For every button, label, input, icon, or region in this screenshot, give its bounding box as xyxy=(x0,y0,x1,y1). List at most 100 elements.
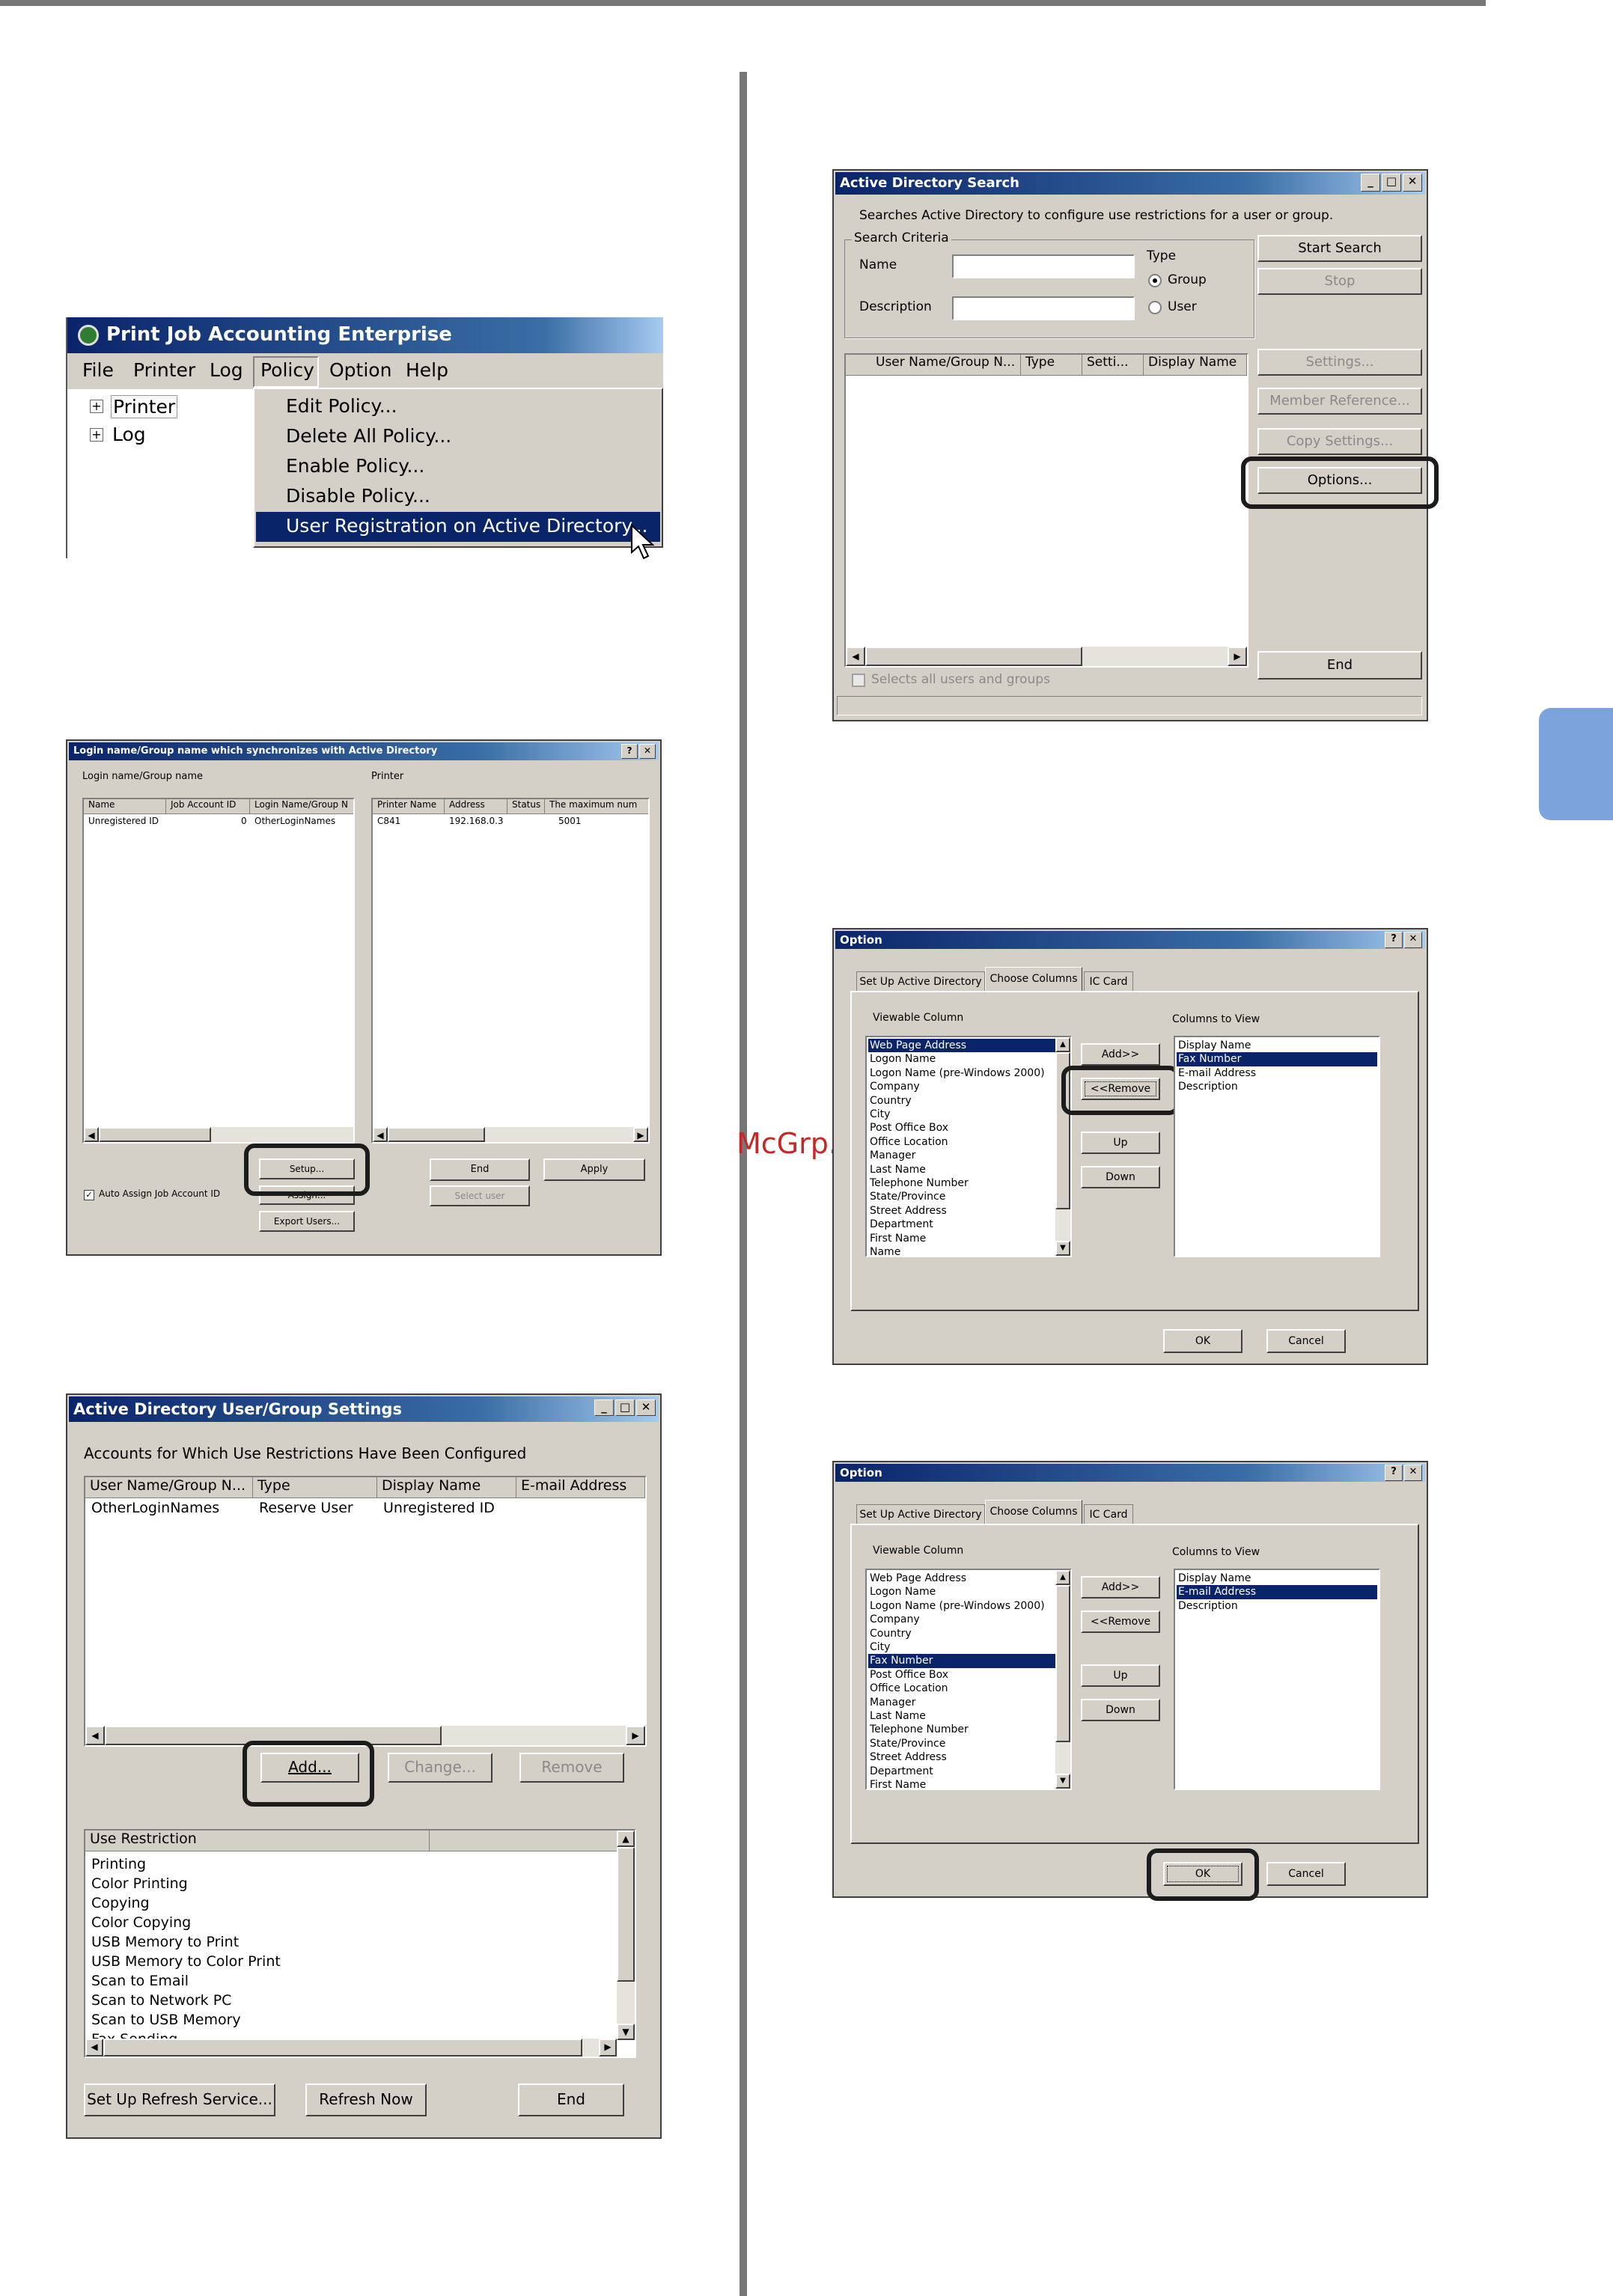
col-type[interactable]: Type xyxy=(1021,355,1082,376)
list-item[interactable]: Display Name xyxy=(1177,1039,1377,1052)
cell-job-id[interactable]: 0 xyxy=(241,816,247,826)
maximize-icon[interactable]: □ xyxy=(615,1399,635,1416)
scroll-left-icon[interactable]: ◀ xyxy=(846,647,865,666)
maximize-icon[interactable]: □ xyxy=(1382,174,1401,192)
list-item[interactable]: Telephone Number xyxy=(868,1723,1055,1736)
list-item[interactable]: Scan to USB Memory xyxy=(91,2010,281,2030)
minimize-icon[interactable]: _ xyxy=(594,1399,614,1416)
list-item[interactable]: Copying xyxy=(91,1893,281,1913)
list-item[interactable]: Post Office Box xyxy=(868,1121,1055,1135)
col-job-account-id[interactable]: Job Account ID xyxy=(166,799,250,814)
list-item[interactable]: Last Name xyxy=(868,1163,1055,1176)
scroll-thumb[interactable] xyxy=(1055,1585,1070,1742)
select-all-checkbox[interactable] xyxy=(852,674,865,687)
close-icon[interactable]: ✕ xyxy=(639,744,656,759)
stop-button[interactable]: Stop xyxy=(1257,268,1422,295)
tab-set-up-active-directory[interactable]: Set Up Active Directory xyxy=(856,1504,985,1524)
list-item[interactable]: E-mail Address xyxy=(1177,1585,1377,1599)
cancel-button[interactable]: Cancel xyxy=(1266,1862,1346,1886)
add-button[interactable]: Add>> xyxy=(1081,1576,1160,1599)
cell-max[interactable]: 5001 xyxy=(558,816,582,826)
settings-button[interactable]: Settings... xyxy=(1257,349,1422,376)
member-reference-button[interactable]: Member Reference... xyxy=(1257,388,1422,415)
list-item[interactable]: State/Province xyxy=(868,1737,1055,1750)
scroll-left-icon[interactable]: ◀ xyxy=(84,1127,99,1142)
horizontal-scrollbar[interactable]: ◀ ▶ xyxy=(373,1127,648,1142)
cell-display-name[interactable]: Unregistered ID xyxy=(383,1500,495,1516)
list-item[interactable]: Manager xyxy=(868,1696,1055,1709)
scroll-up-icon[interactable]: ▲ xyxy=(617,1831,635,1847)
menu-file[interactable]: File xyxy=(82,359,114,381)
list-item[interactable]: Color Printing xyxy=(91,1874,281,1893)
list-item[interactable]: Country xyxy=(868,1627,1055,1640)
tab-choose-columns[interactable]: Choose Columns xyxy=(985,967,1082,992)
list-item[interactable]: Company xyxy=(868,1613,1055,1626)
columns-to-view-list[interactable]: Display Name E-mail Address Description xyxy=(1174,1569,1380,1790)
search-results-list[interactable]: User Name/Group N... Type Setti... Displ… xyxy=(844,353,1248,668)
tab-ic-card[interactable]: IC Card xyxy=(1084,971,1133,991)
tree-expand-icon[interactable]: + xyxy=(90,400,103,413)
ok-button[interactable]: OK xyxy=(1163,1329,1242,1353)
help-icon[interactable]: ? xyxy=(1385,1465,1403,1481)
scroll-right-icon[interactable]: ▶ xyxy=(1228,647,1247,666)
vertical-scrollbar[interactable]: ▲ ▼ xyxy=(1055,1570,1070,1789)
cell-type[interactable]: Reserve User xyxy=(259,1500,353,1516)
list-item[interactable]: First Name xyxy=(868,1778,1055,1789)
menu-item-delete-all-policy[interactable]: Delete All Policy... xyxy=(286,425,451,447)
name-input[interactable] xyxy=(952,254,1135,278)
refresh-service-button[interactable]: Set Up Refresh Service... xyxy=(84,2083,275,2116)
list-item[interactable]: Manager xyxy=(868,1149,1055,1162)
list-item[interactable]: Office Location xyxy=(868,1682,1055,1695)
list-item[interactable]: Logon Name xyxy=(868,1585,1055,1599)
list-item[interactable]: USB Memory to Color Print xyxy=(91,1952,281,1971)
cell-name[interactable]: Unregistered ID xyxy=(88,816,159,826)
down-button[interactable]: Down xyxy=(1081,1699,1160,1721)
list-item[interactable]: State/Province xyxy=(868,1190,1055,1203)
col-display-name[interactable]: Display Name xyxy=(377,1477,516,1498)
restriction-list[interactable]: Use Restriction Printing Color Printing … xyxy=(84,1829,636,2058)
scroll-down-icon[interactable]: ▼ xyxy=(617,2024,635,2040)
list-item[interactable]: Logon Name xyxy=(868,1052,1055,1066)
select-user-button[interactable]: Select user xyxy=(430,1185,530,1206)
menu-item-enable-policy[interactable]: Enable Policy... xyxy=(286,455,424,477)
tab-ic-card[interactable]: IC Card xyxy=(1084,1504,1133,1524)
accounts-list[interactable]: User Name/Group N... Type Display Name E… xyxy=(84,1476,647,1747)
list-item[interactable]: Web Page Address xyxy=(868,1039,1055,1053)
list-item[interactable]: City xyxy=(868,1108,1055,1121)
cell-user-name[interactable]: OtherLoginNames xyxy=(91,1500,219,1516)
group-radio[interactable] xyxy=(1148,274,1162,287)
cancel-button[interactable]: Cancel xyxy=(1266,1329,1346,1353)
col-type[interactable]: Type xyxy=(253,1477,377,1498)
end-button[interactable]: End xyxy=(430,1158,530,1181)
col-use-restriction[interactable]: Use Restriction xyxy=(85,1831,430,1851)
scroll-left-icon[interactable]: ◀ xyxy=(373,1127,388,1142)
viewable-columns-list[interactable]: Web Page Address Logon Name Logon Name (… xyxy=(865,1036,1072,1257)
list-item[interactable]: E-mail Address xyxy=(1177,1066,1377,1080)
list-item[interactable]: Fax Number xyxy=(1177,1052,1377,1066)
scroll-thumb[interactable] xyxy=(99,1127,211,1142)
menu-policy[interactable]: Policy xyxy=(260,359,314,381)
add-button[interactable]: Add>> xyxy=(1081,1043,1160,1066)
menu-item-disable-policy[interactable]: Disable Policy... xyxy=(286,485,430,507)
col-login-name[interactable]: Login Name/Group N xyxy=(250,799,353,814)
scroll-down-icon[interactable]: ▼ xyxy=(1055,1774,1070,1789)
export-users-button[interactable]: Export Users... xyxy=(259,1211,355,1232)
list-item[interactable]: Web Page Address xyxy=(868,1572,1055,1585)
col-name[interactable]: Name xyxy=(84,799,166,814)
list-item[interactable]: Department xyxy=(868,1218,1055,1231)
start-search-button[interactable]: Start Search xyxy=(1257,235,1422,262)
list-item[interactable]: Description xyxy=(1177,1080,1377,1093)
col-user-name[interactable]: User Name/Group N... xyxy=(846,355,1021,376)
col-address[interactable]: Address xyxy=(445,799,507,814)
scroll-thumb[interactable] xyxy=(103,2039,582,2057)
list-item[interactable]: Office Location xyxy=(868,1135,1055,1149)
tree-log[interactable]: Log xyxy=(112,424,146,445)
horizontal-scrollbar[interactable]: ◀ xyxy=(84,1127,353,1142)
scroll-thumb[interactable] xyxy=(617,1847,635,1982)
list-item[interactable]: Fax Number xyxy=(868,1654,1055,1668)
scroll-thumb[interactable] xyxy=(388,1127,485,1142)
user-radio[interactable] xyxy=(1148,301,1162,314)
tree-expand-icon[interactable]: + xyxy=(90,428,103,442)
login-list[interactable]: Name Job Account ID Login Name/Group N U… xyxy=(82,798,355,1144)
copy-settings-button[interactable]: Copy Settings... xyxy=(1257,428,1422,455)
